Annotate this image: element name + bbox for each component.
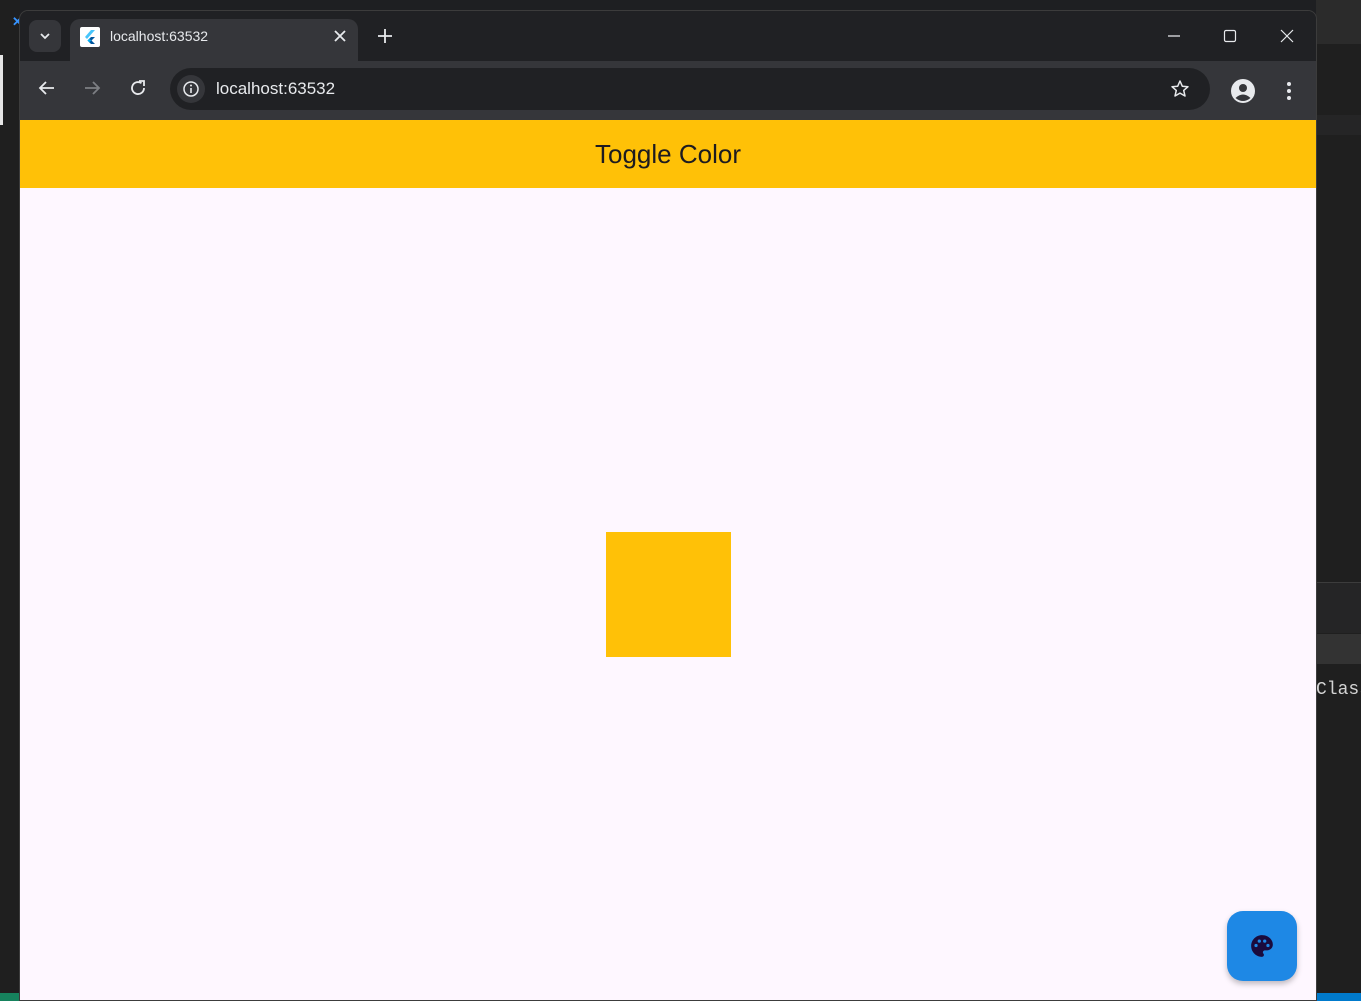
minimize-button[interactable] [1160,23,1188,49]
background-editor-left: ✕ [0,0,23,1001]
arrow-right-icon [85,81,101,95]
tab-strip: localhost:63532 [20,11,1316,61]
chevron-down-icon [40,33,50,40]
flutter-favicon-icon [80,27,100,47]
background-editor-panel-header [1316,634,1361,664]
toggle-color-button[interactable] [1227,911,1297,981]
close-window-button[interactable] [1273,23,1301,49]
palette-icon [1251,935,1273,957]
profile-button[interactable] [1229,77,1257,105]
browser-window: localhost:63532 localhost:63532 Toggle C… [20,11,1316,1000]
back-button[interactable] [32,73,62,103]
browser-toolbar [20,61,1316,120]
reload-button[interactable] [123,73,153,103]
tab-close-icon[interactable] [329,25,351,47]
background-editor-right: Class [1316,0,1361,1001]
remote-indicator [0,993,20,1001]
new-tab-button[interactable] [373,24,397,48]
maximize-button[interactable] [1216,23,1244,49]
minimize-icon [1168,35,1180,37]
background-editor-panel [1316,582,1361,633]
tab-search-button[interactable] [29,20,61,52]
address-bar[interactable] [170,68,1210,110]
bookmark-star-icon[interactable] [1168,77,1192,101]
background-editor-topbar [1316,0,1361,44]
site-info-icon[interactable] [177,75,205,103]
reload-icon [131,80,145,95]
tab-title: localhost:63532 [110,28,209,44]
background-editor-band [1316,115,1361,135]
app-title: Toggle Color [595,138,741,169]
more-vertical-icon [1287,82,1291,100]
plus-icon [378,29,392,43]
background-editor-text: Class [1316,680,1361,700]
maximize-icon [1223,29,1237,43]
profile-avatar-icon [1231,79,1255,103]
color-box [606,532,731,657]
app-page: Toggle Color [20,120,1316,1000]
browser-tab[interactable]: localhost:63532 [70,19,358,61]
close-icon [1280,29,1294,43]
app-bar: Toggle Color [20,120,1316,188]
activity-indicator [0,55,3,125]
forward-button[interactable] [77,73,107,103]
browser-menu-button[interactable] [1275,77,1303,105]
url-input[interactable] [216,79,1116,99]
arrow-left-icon [38,81,54,95]
